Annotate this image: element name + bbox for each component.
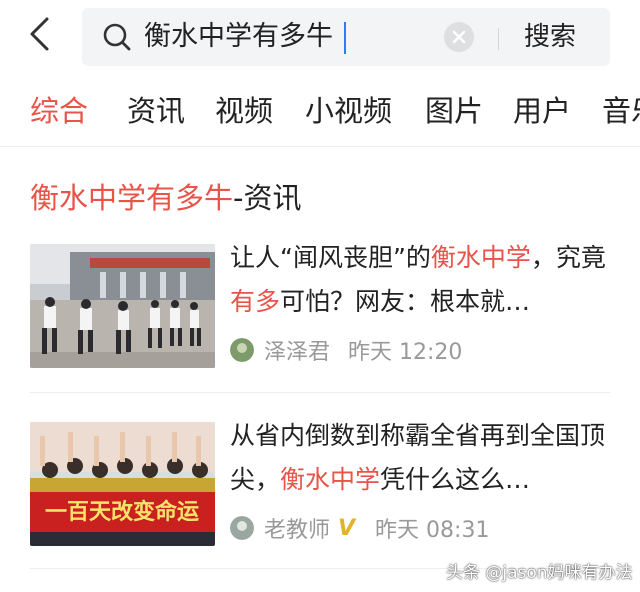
section-title-keyword: 衡水中学有多牛	[30, 181, 234, 215]
section-title-suffix: -资讯	[233, 181, 302, 215]
headline-keyword: 衡水中学	[430, 243, 531, 272]
chevron-left-icon	[30, 17, 49, 51]
headline-keyword: 有多	[230, 287, 281, 316]
thumbnail-image	[30, 244, 215, 368]
news-article[interactable]: 一百天改变命运 从省内倒数到称霸全省再到全国顶尖，衡水中学凭什么这么… 老教师 …	[30, 414, 630, 546]
article-meta: 老教师 V 昨天 08:31	[230, 510, 489, 546]
article-headline[interactable]: 让人“闻风丧胆”的衡水中学，究竟有多可怕？网友：根本就…	[230, 236, 610, 324]
author-name[interactable]: 老教师	[264, 512, 330, 544]
article-thumbnail: 一百天改变命运	[30, 422, 215, 546]
article-headline[interactable]: 从省内倒数到称霸全省再到全国顶尖，衡水中学凭什么这么…	[230, 414, 610, 502]
tab-users[interactable]: 用户	[513, 92, 571, 130]
search-input[interactable]: 衡水中学有多牛 搜索	[82, 8, 610, 66]
headline-text: 可怕？网友：根本就…	[280, 287, 531, 316]
tabs-divider	[0, 146, 640, 147]
clear-icon	[452, 30, 466, 44]
headline-text: 凭什么这么…	[380, 465, 531, 494]
search-query-text[interactable]: 衡水中学有多牛	[144, 20, 333, 54]
tab-short-video[interactable]: 小视频	[305, 92, 392, 130]
back-button[interactable]	[20, 14, 60, 54]
clear-button[interactable]	[444, 22, 474, 52]
tab-news[interactable]: 资讯	[127, 92, 185, 130]
author-avatar[interactable]	[230, 338, 254, 362]
tab-comprehensive[interactable]: 综合	[30, 92, 88, 130]
tab-video[interactable]: 视频	[215, 92, 273, 130]
search-icon	[103, 23, 131, 51]
publish-time: 昨天 08:31	[375, 518, 490, 543]
publish-time: 昨天 12:20	[348, 340, 463, 365]
headline-text: ，究竟	[530, 243, 606, 272]
category-tabs: 综合 资讯 视频 小视频 图片 用户 音乐	[0, 84, 640, 144]
article-meta: 泽泽君 昨天 12:20	[230, 332, 462, 368]
thumbnail-banner-text: 一百天改变命运	[45, 499, 199, 525]
headline-keyword: 衡水中学	[280, 465, 381, 494]
author-name[interactable]: 泽泽君	[264, 334, 330, 366]
thumbnail-image: 一百天改变命运	[30, 422, 215, 546]
search-header: 衡水中学有多牛 搜索	[0, 0, 640, 78]
article-thumbnail	[30, 244, 215, 368]
news-article[interactable]: 让人“闻风丧胆”的衡水中学，究竟有多可怕？网友：根本就… 泽泽君 昨天 12:2…	[30, 236, 630, 368]
article-divider	[30, 392, 610, 393]
tab-music[interactable]: 音乐	[602, 92, 640, 130]
headline-text: 让人“闻风丧胆”的	[230, 243, 431, 272]
search-divider	[498, 28, 499, 50]
text-caret	[344, 22, 346, 54]
section-title[interactable]: 衡水中学有多牛-资讯	[30, 178, 301, 218]
tab-images[interactable]: 图片	[425, 92, 483, 130]
verified-badge-icon: V	[338, 515, 356, 541]
search-button[interactable]: 搜索	[524, 20, 576, 54]
author-avatar[interactable]	[230, 516, 254, 540]
watermark-text: 头条 @jason妈咪有办法	[446, 563, 633, 583]
